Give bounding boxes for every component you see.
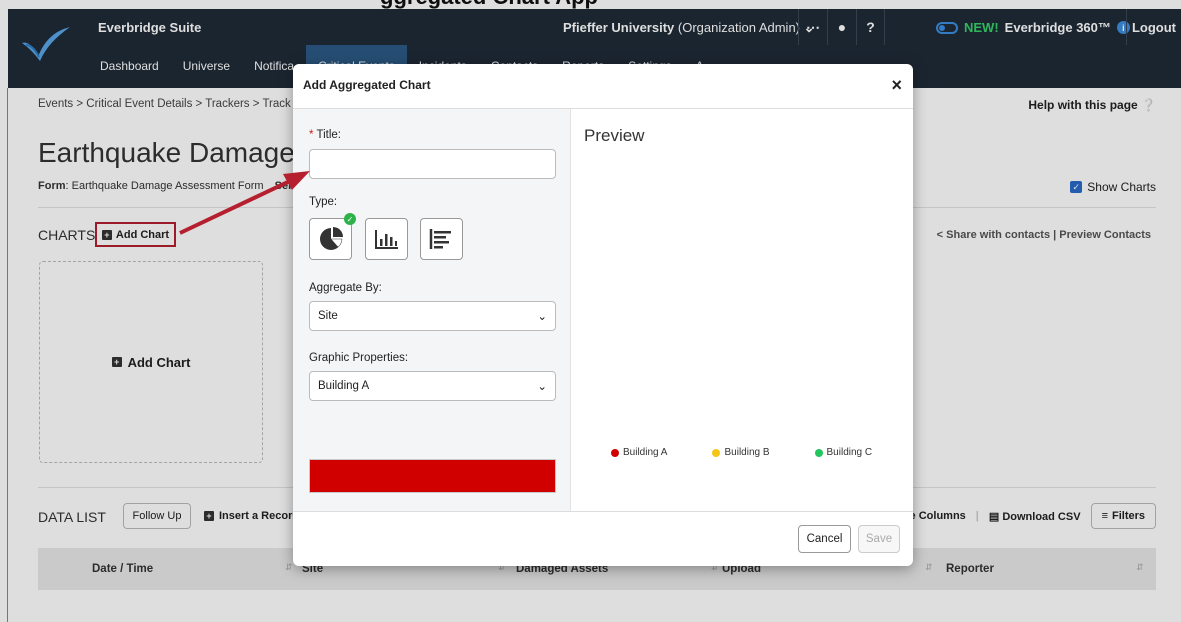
preview-legend: Building A Building B Building C [611, 447, 872, 458]
preview-panel: Preview Building A Building B Building C [571, 109, 913, 511]
legend-label: Building C [826, 447, 873, 458]
legend-item: Building C [814, 447, 873, 458]
type-label: Type: [309, 196, 338, 208]
color-swatch[interactable] [309, 459, 556, 493]
close-icon[interactable]: × [891, 76, 902, 94]
pie-chart-icon [319, 227, 343, 250]
add-aggregated-chart-modal: Add Aggregated Chart × * Title: Type: ✓ [293, 64, 913, 566]
aggregate-by-label: Aggregate By: [309, 282, 382, 294]
horizontal-bar-chart-icon [429, 229, 451, 249]
legend-dot-icon [611, 448, 619, 457]
bar-chart-type-button[interactable] [365, 218, 408, 260]
modal-footer: Cancel Save [293, 511, 913, 566]
legend-dot-icon [712, 448, 721, 457]
graphic-properties-label: Graphic Properties: [309, 352, 409, 364]
required-asterisk: * [309, 129, 314, 141]
legend-label: Building B [724, 447, 770, 458]
chart-settings-panel: * Title: Type: ✓ Aggregate By: Site ⌄ Gr… [293, 109, 571, 511]
cancel-button[interactable]: Cancel [798, 525, 851, 553]
legend-item: Building A [611, 447, 667, 458]
title-label-text: Title: [316, 129, 341, 141]
pie-chart-type-button[interactable]: ✓ [309, 213, 356, 260]
legend-item: Building B [712, 447, 770, 458]
modal-title: Add Aggregated Chart [303, 78, 431, 92]
graphic-properties-select[interactable]: Building A ⌄ [309, 371, 556, 401]
bar-chart-icon [374, 230, 398, 249]
chart-title-input[interactable] [309, 149, 556, 179]
preview-title: Preview [584, 126, 645, 145]
aggregate-by-select[interactable]: Site ⌄ [309, 301, 556, 331]
chevron-down-icon: ⌄ [537, 311, 547, 323]
save-button[interactable]: Save [858, 525, 900, 553]
legend-dot-icon [814, 448, 823, 457]
title-field-label: * Title: [309, 129, 341, 141]
graphic-properties-value: Building A [318, 380, 370, 392]
legend-label: Building A [623, 447, 668, 458]
modal-header: Add Aggregated Chart × [293, 64, 913, 109]
selected-check-icon: ✓ [344, 213, 356, 225]
aggregate-by-value: Site [318, 310, 338, 322]
chevron-down-icon: ⌄ [537, 381, 547, 393]
horizontal-bar-chart-type-button[interactable] [420, 218, 463, 260]
